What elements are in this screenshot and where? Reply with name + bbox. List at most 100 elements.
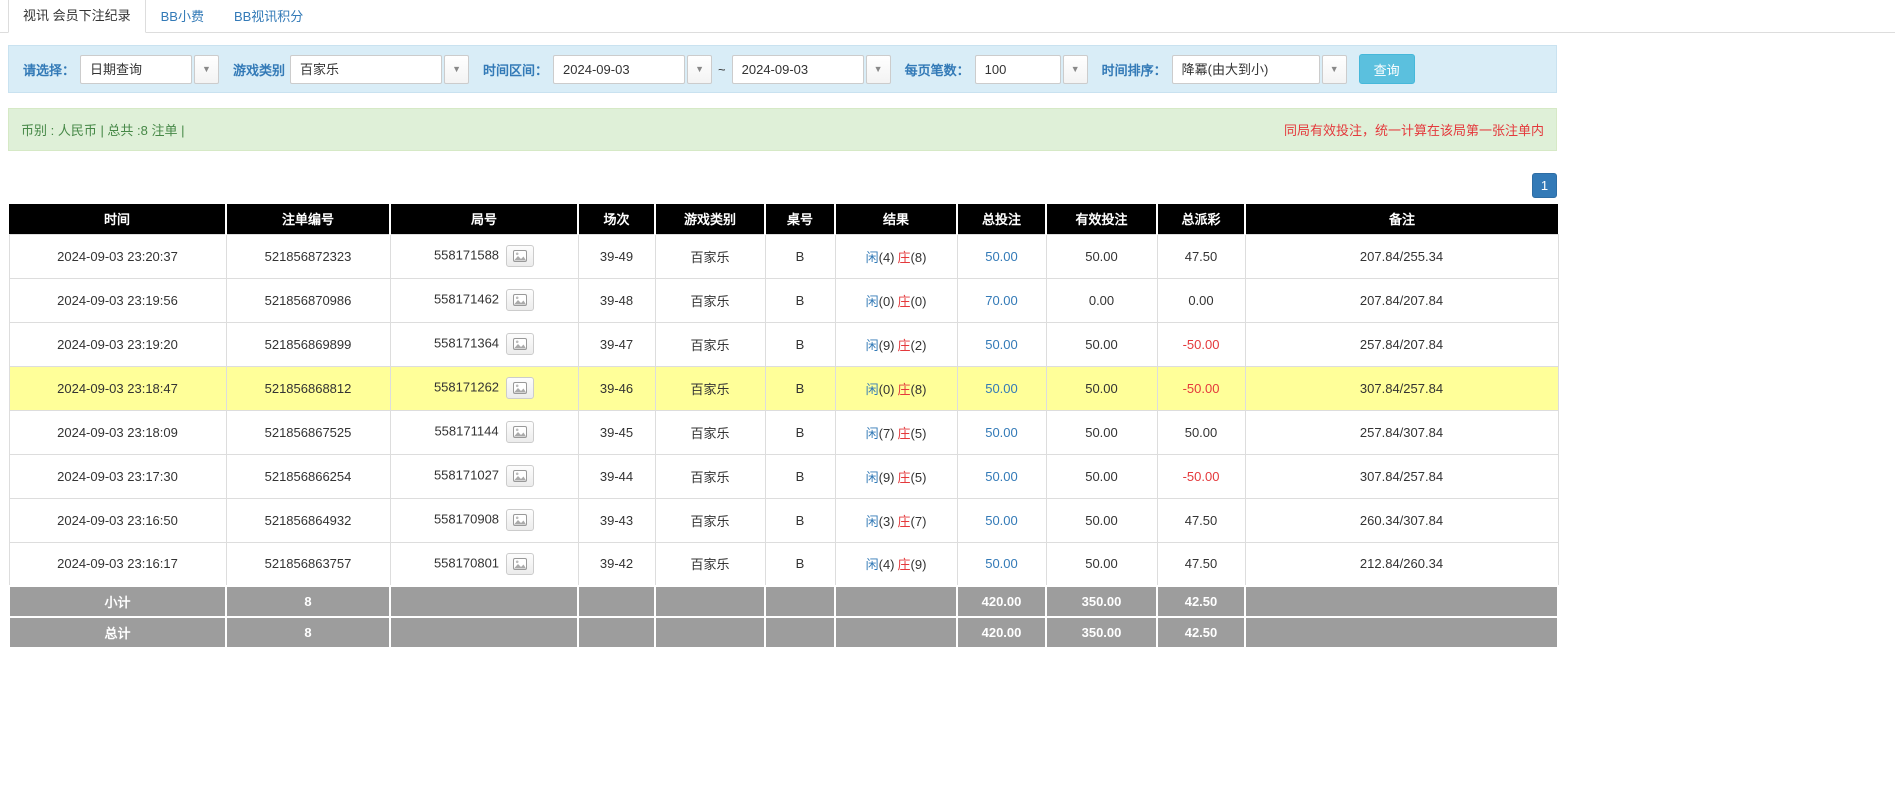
total-bet-link[interactable]: 50.00: [985, 556, 1018, 571]
cell-round-id: 558171588: [390, 234, 578, 278]
result-banker-label: 庄: [898, 294, 911, 309]
round-id-text: 558171462: [434, 291, 499, 306]
result-player-num: (9): [879, 470, 895, 485]
result-player-num: (0): [879, 294, 895, 309]
roadmap-image-icon[interactable]: [506, 553, 534, 575]
cell-session: 39-46: [578, 366, 655, 410]
date-from-select[interactable]: 2024-09-03 ▼: [553, 55, 712, 84]
pagination: 1: [8, 173, 1557, 198]
chevron-down-icon[interactable]: ▼: [1322, 55, 1347, 84]
summary-bar: 币别 : 人民币 | 总共 :8 注单 | 同局有效投注，统一计算在该局第一张注…: [8, 108, 1557, 151]
header-note: 备注: [1245, 204, 1558, 234]
filter-bar: 请选择： 日期查询 ▼ 游戏类别 百家乐 ▼ 时间区间： 2024-09-03 …: [8, 45, 1557, 93]
roadmap-image-icon[interactable]: [506, 421, 534, 443]
total-bet-link[interactable]: 50.00: [985, 425, 1018, 440]
cell-table-no: B: [765, 498, 835, 542]
date-to-select[interactable]: 2024-09-03 ▼: [732, 55, 891, 84]
query-type-select[interactable]: 日期查询 ▼: [80, 55, 219, 84]
result-banker-num: (5): [911, 426, 927, 441]
roadmap-image-icon[interactable]: [506, 289, 534, 311]
tab-betting-records[interactable]: 视讯 会员下注纪录: [8, 0, 146, 33]
result-player-label: 闲: [866, 426, 879, 441]
roadmap-image-icon[interactable]: [506, 509, 534, 531]
cell-time: 2024-09-03 23:19:20: [9, 322, 226, 366]
subtotal-payout: 42.50: [1157, 586, 1245, 617]
cell-total-bet: 50.00: [957, 542, 1046, 586]
tab-bb-tips[interactable]: BB小费: [146, 0, 219, 33]
chevron-down-icon[interactable]: ▼: [687, 55, 712, 84]
cell-note: 257.84/207.84: [1245, 322, 1558, 366]
roadmap-image-icon[interactable]: [506, 333, 534, 355]
total-label: 总计: [9, 617, 226, 648]
total-bet-link[interactable]: 50.00: [985, 337, 1018, 352]
game-type-value[interactable]: 百家乐: [290, 55, 442, 84]
cell-result: 闲(3)庄(7): [835, 498, 957, 542]
search-button[interactable]: 查询: [1359, 54, 1415, 84]
sort-order-select[interactable]: 降冪(由大到小) ▼: [1172, 55, 1347, 84]
result-player-num: (4): [879, 250, 895, 265]
result-player-num: (0): [879, 382, 895, 397]
result-banker-label: 庄: [898, 514, 911, 529]
cell-game-type: 百家乐: [655, 454, 765, 498]
table-row: 2024-09-03 23:18:09 521856867525 5581711…: [9, 410, 1558, 454]
tab-bb-points[interactable]: BB视讯积分: [219, 0, 318, 33]
total-bet-link[interactable]: 70.00: [985, 293, 1018, 308]
roadmap-image-icon[interactable]: [506, 245, 534, 267]
date-to-value[interactable]: 2024-09-03: [732, 55, 864, 84]
cell-round-id: 558171262: [390, 366, 578, 410]
cell-time: 2024-09-03 23:19:56: [9, 278, 226, 322]
round-id-text: 558170908: [434, 511, 499, 526]
cell-result: 闲(0)庄(0): [835, 278, 957, 322]
subtotal-total-bet: 420.00: [957, 586, 1046, 617]
header-bet-id: 注单编号: [226, 204, 390, 234]
round-id-text: 558171144: [434, 423, 498, 438]
total-bet-link[interactable]: 50.00: [985, 249, 1018, 264]
query-type-value[interactable]: 日期查询: [80, 55, 192, 84]
page-1-button[interactable]: 1: [1532, 173, 1557, 198]
result-banker-label: 庄: [898, 250, 911, 265]
total-bet-link[interactable]: 50.00: [985, 469, 1018, 484]
chevron-down-icon[interactable]: ▼: [194, 55, 219, 84]
cell-game-type: 百家乐: [655, 542, 765, 586]
header-result: 结果: [835, 204, 957, 234]
cell-round-id: 558171144: [390, 410, 578, 454]
table-row: 2024-09-03 23:19:20 521856869899 5581713…: [9, 322, 1558, 366]
cell-bet-id: 521856868812: [226, 366, 390, 410]
cell-session: 39-48: [578, 278, 655, 322]
cell-session: 39-44: [578, 454, 655, 498]
result-banker-num: (0): [911, 294, 927, 309]
page-size-value[interactable]: 100: [975, 55, 1061, 84]
total-bet-link[interactable]: 50.00: [985, 513, 1018, 528]
cell-valid-bet: 50.00: [1046, 410, 1157, 454]
roadmap-image-icon[interactable]: [506, 465, 534, 487]
cell-total-bet: 50.00: [957, 498, 1046, 542]
page-size-select[interactable]: 100 ▼: [975, 55, 1088, 84]
cell-valid-bet: 50.00: [1046, 234, 1157, 278]
chevron-down-icon[interactable]: ▼: [866, 55, 891, 84]
cell-total-bet: 50.00: [957, 454, 1046, 498]
total-count: 8: [226, 617, 390, 648]
cell-game-type: 百家乐: [655, 410, 765, 454]
chevron-down-icon[interactable]: ▼: [444, 55, 469, 84]
cell-payout: 0.00: [1157, 278, 1245, 322]
game-type-select[interactable]: 百家乐 ▼: [290, 55, 469, 84]
round-id-text: 558171364: [434, 335, 499, 350]
cell-time: 2024-09-03 23:17:30: [9, 454, 226, 498]
cell-valid-bet: 50.00: [1046, 366, 1157, 410]
total-bet-link[interactable]: 50.00: [985, 381, 1018, 396]
roadmap-image-icon[interactable]: [506, 377, 534, 399]
cell-payout: 47.50: [1157, 542, 1245, 586]
cell-note: 207.84/255.34: [1245, 234, 1558, 278]
cell-table-no: B: [765, 234, 835, 278]
chevron-down-icon[interactable]: ▼: [1063, 55, 1088, 84]
subtotal-valid-bet: 350.00: [1046, 586, 1157, 617]
table-row: 2024-09-03 23:17:30 521856866254 5581710…: [9, 454, 1558, 498]
cell-round-id: 558171462: [390, 278, 578, 322]
sort-order-value[interactable]: 降冪(由大到小): [1172, 55, 1320, 84]
cell-session: 39-43: [578, 498, 655, 542]
cell-bet-id: 521856872323: [226, 234, 390, 278]
table-row: 2024-09-03 23:19:56 521856870986 5581714…: [9, 278, 1558, 322]
result-banker-label: 庄: [898, 426, 911, 441]
time-range-label: 时间区间：: [483, 60, 548, 79]
date-from-value[interactable]: 2024-09-03: [553, 55, 685, 84]
